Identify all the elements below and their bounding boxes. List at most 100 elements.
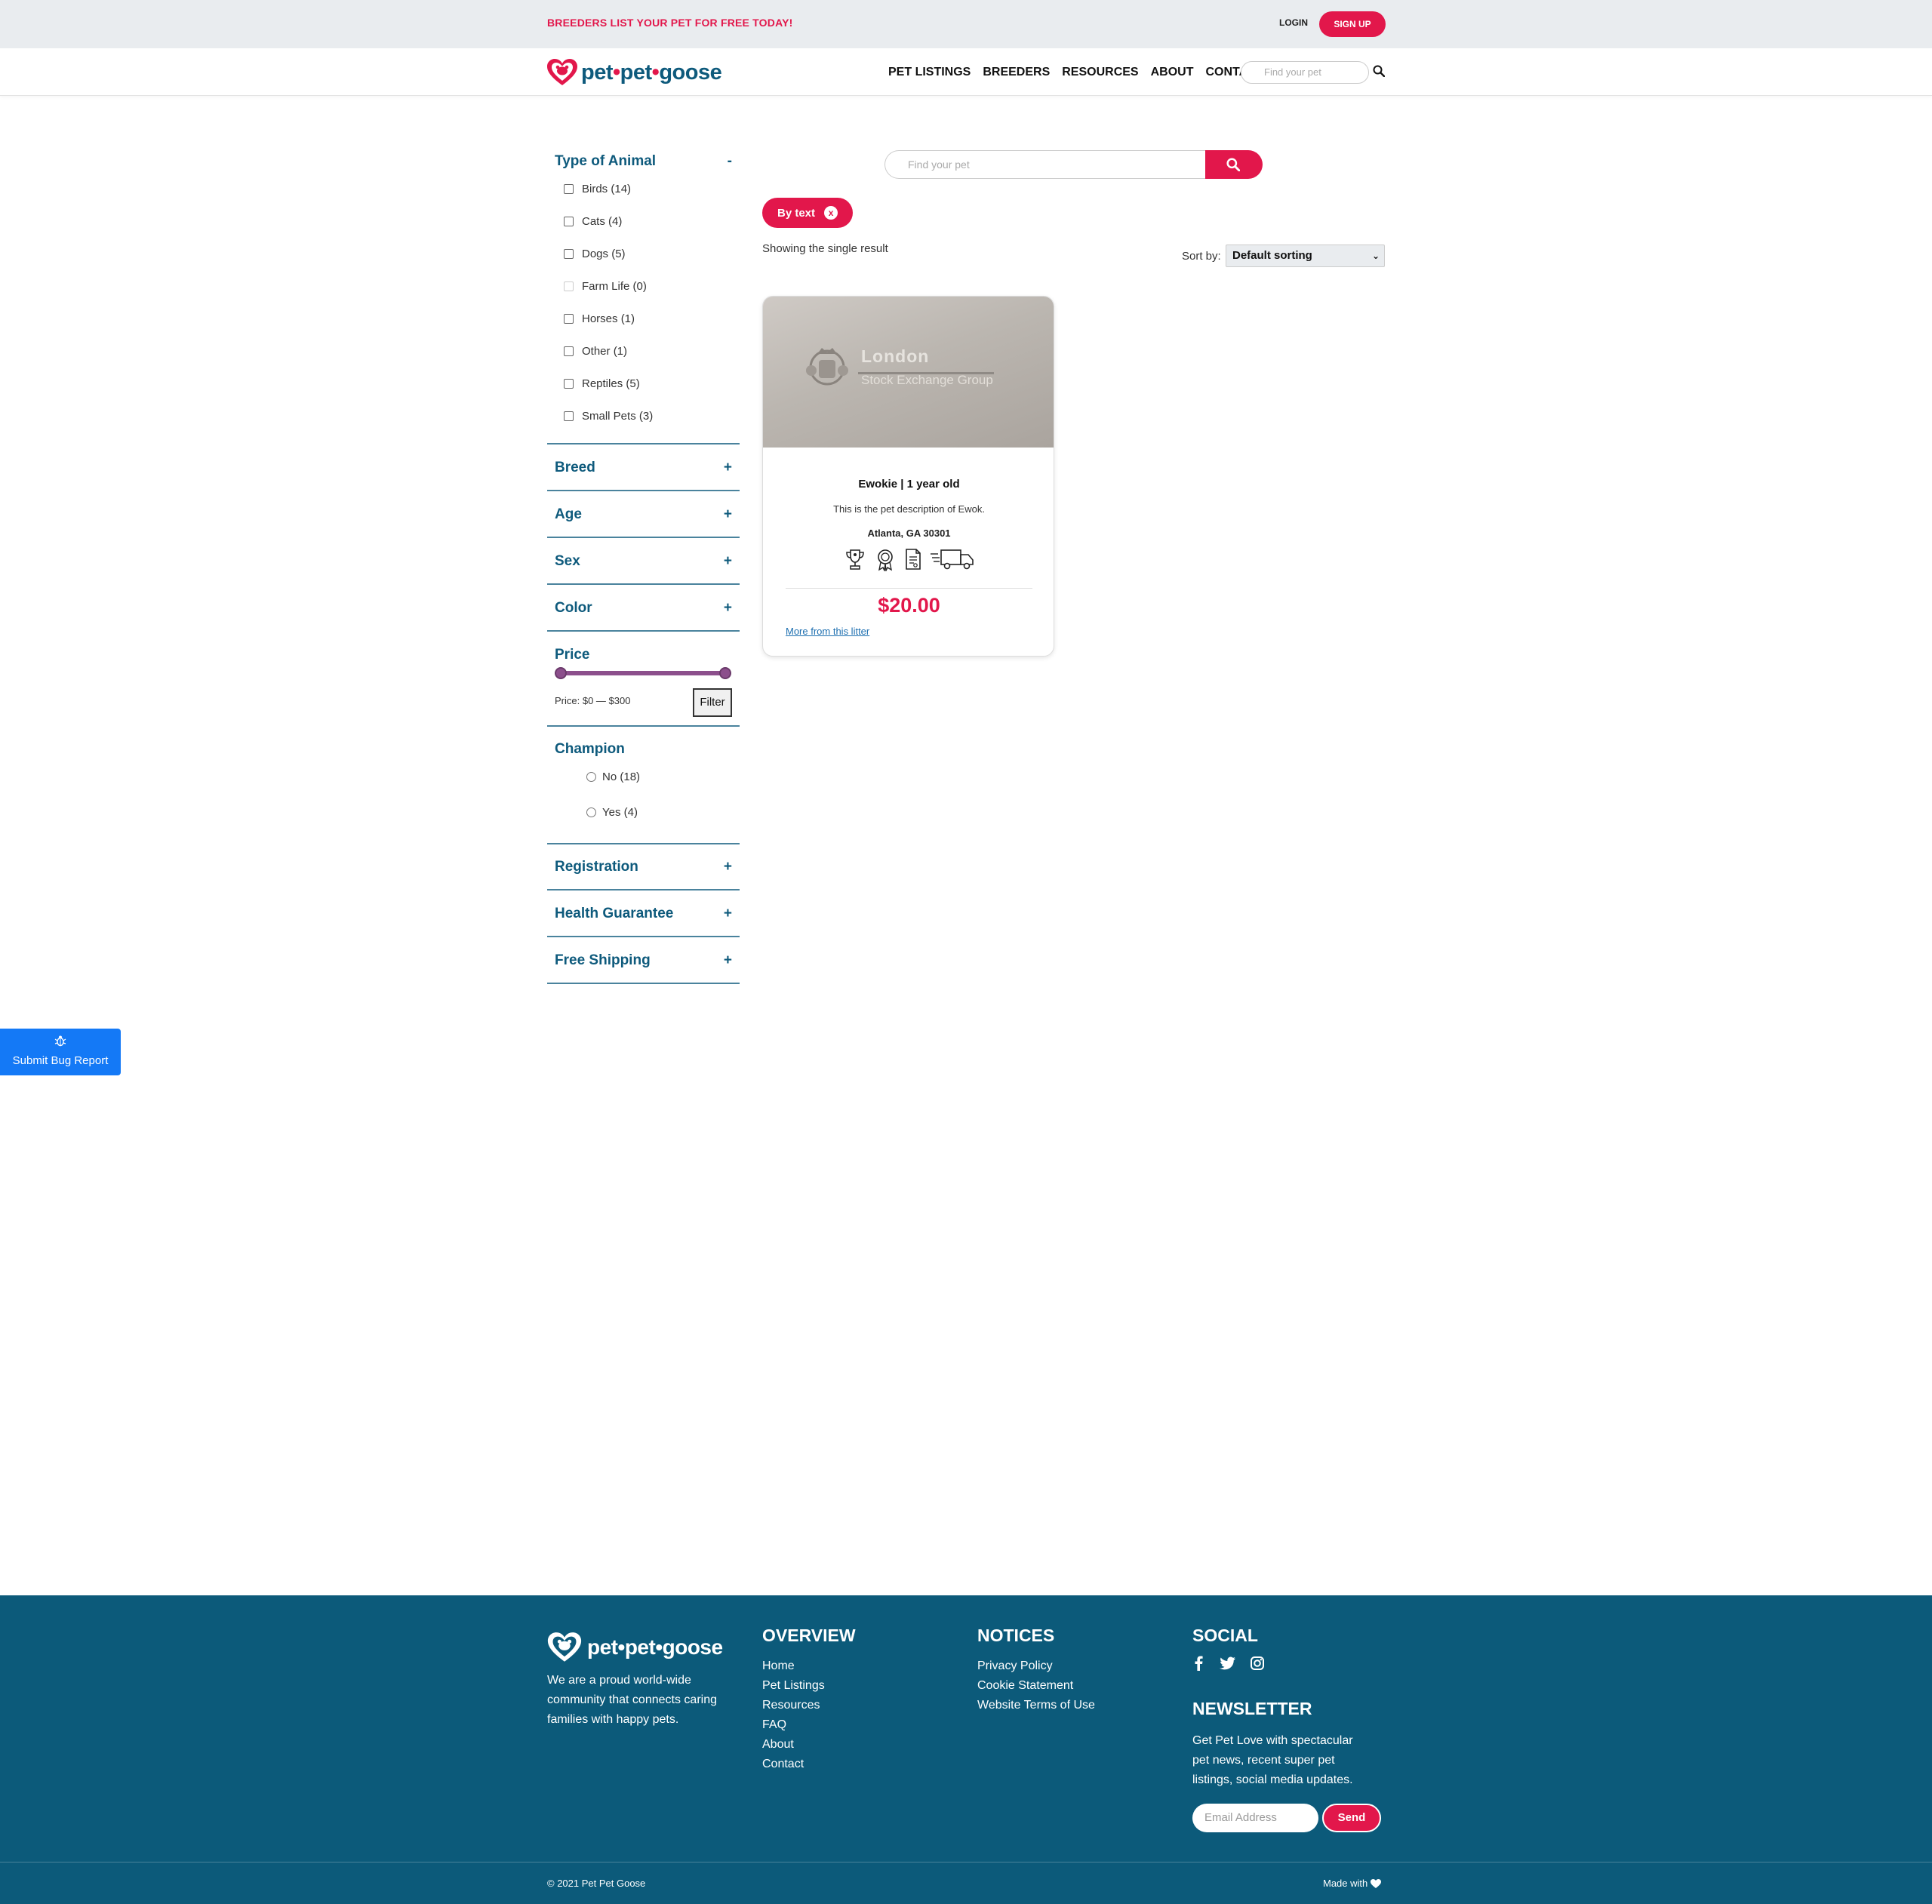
price-range-label: Price: $0 — $300 (555, 695, 631, 706)
filter-health-guarantee-header[interactable]: Health Guarantee + (547, 906, 740, 922)
price-slider-max-handle[interactable] (719, 667, 731, 679)
sort-select[interactable]: Default sorting ⌄ (1226, 245, 1385, 267)
filter-divider (547, 443, 740, 444)
option-label: Birds (582, 183, 608, 195)
price-filter-button[interactable]: Filter (693, 688, 732, 717)
main-search-input[interactable]: Find your pet (884, 150, 1206, 179)
login-link[interactable]: LOGIN (1279, 17, 1308, 28)
footer-column-title: SOCIAL (1192, 1626, 1258, 1645)
filter-color-header[interactable]: Color + (547, 600, 740, 617)
price-range-slider[interactable] (560, 671, 726, 675)
filter-option-cats[interactable]: Cats (4) (564, 215, 622, 228)
pet-price: $20.00 (878, 594, 940, 617)
option-count: (3) (638, 410, 654, 423)
checkbox[interactable] (564, 217, 574, 226)
filter-age-header[interactable]: Age + (547, 506, 740, 523)
filter-free-shipping-header[interactable]: Free Shipping + (547, 952, 740, 969)
footer-link-terms[interactable]: Website Terms of Use (977, 1696, 1095, 1715)
copyright: © 2021 Pet Pet Goose (547, 1878, 646, 1889)
footer-link-faq[interactable]: FAQ (762, 1715, 856, 1735)
filter-title: Type of Animal (555, 153, 657, 169)
header-search-input[interactable]: Find your pet (1241, 61, 1369, 84)
footer-logo[interactable]: pet•pet•goose (546, 1632, 723, 1663)
checkbox[interactable] (564, 346, 574, 356)
filter-option-horses[interactable]: Horses (1) (564, 312, 635, 325)
active-filter-chip[interactable]: By text x (762, 198, 853, 228)
expand-toggle[interactable]: + (724, 553, 732, 570)
filter-type-of-animal-header[interactable]: Type of Animal - (547, 153, 740, 170)
breeders-promo-link[interactable]: BREEDERS LIST YOUR PET FOR FREE TODAY! (547, 17, 793, 29)
footer-link-pet-listings[interactable]: Pet Listings (762, 1676, 856, 1696)
option-label: Other (582, 345, 611, 358)
filter-option-small-pets[interactable]: Small Pets (3) (564, 410, 653, 423)
expand-toggle[interactable]: + (724, 600, 732, 617)
instagram-icon[interactable] (1250, 1656, 1265, 1671)
submit-bug-report-button[interactable]: Submit Bug Report (0, 1029, 121, 1075)
search-icon[interactable] (1373, 65, 1385, 77)
checkbox[interactable] (564, 411, 574, 421)
nav-breeders[interactable]: BREEDERS (983, 66, 1050, 79)
expand-toggle[interactable]: + (724, 952, 732, 969)
filter-sex-header[interactable]: Sex + (547, 553, 740, 570)
option-label: Small Pets (582, 410, 636, 423)
newsletter-email-input[interactable]: Email Address (1192, 1804, 1318, 1832)
checkbox[interactable] (564, 249, 574, 259)
filter-divider (547, 630, 740, 632)
footer-link-about[interactable]: About (762, 1735, 856, 1755)
filter-option-dogs[interactable]: Dogs (5) (564, 248, 626, 260)
filter-price-header: Price (547, 647, 740, 663)
site-footer: pet•pet•goose We are a proud world-wide … (0, 1595, 1932, 1904)
checkbox[interactable] (564, 184, 574, 194)
footer-link-contact[interactable]: Contact (762, 1755, 856, 1774)
filter-registration-header[interactable]: Registration + (547, 859, 740, 875)
radio-button[interactable] (586, 807, 596, 817)
logo-wordmark: pet•pet•goose (581, 60, 722, 85)
filter-breed-header[interactable]: Breed + (547, 460, 740, 476)
pet-title[interactable]: Ewokie | 1 year old (763, 478, 1054, 491)
filter-title: Color (555, 600, 592, 616)
pet-image[interactable]: London Stock Exchange Group (763, 297, 1054, 448)
remove-chip-icon[interactable]: x (824, 206, 838, 220)
expand-toggle[interactable]: + (724, 906, 732, 922)
newsletter-send-button[interactable]: Send (1322, 1804, 1381, 1832)
champion-option-no[interactable]: No (18) (586, 771, 640, 783)
filter-option-reptiles[interactable]: Reptiles (5) (564, 377, 640, 390)
filter-option-other[interactable]: Other (1) (564, 345, 627, 358)
champion-option-yes[interactable]: Yes (4) (586, 806, 638, 819)
filter-divider (547, 936, 740, 937)
filter-option-birds[interactable]: Birds (14) (564, 183, 631, 195)
chevron-down-icon: ⌄ (1371, 251, 1380, 261)
more-from-litter-link[interactable]: More from this litter (786, 626, 869, 637)
footer-link-home[interactable]: Home (762, 1656, 856, 1676)
logo-wordmark: pet•pet•goose (587, 1635, 723, 1659)
collapse-toggle[interactable]: - (728, 153, 732, 170)
nav-about[interactable]: ABOUT (1151, 66, 1194, 79)
expand-toggle[interactable]: + (724, 460, 732, 476)
sign-up-button[interactable]: SIGN UP (1319, 11, 1386, 37)
footer-about-text: We are a proud world-wide community that… (547, 1674, 717, 1726)
pet-card[interactable]: London Stock Exchange Group Ewokie | 1 y… (762, 296, 1054, 657)
trophy-icon (846, 549, 864, 570)
footer-link-cookie-statement[interactable]: Cookie Statement (977, 1676, 1095, 1696)
checkbox[interactable] (564, 314, 574, 324)
main-search-button[interactable] (1205, 150, 1263, 179)
checkbox[interactable] (564, 379, 574, 389)
filter-title: Breed (555, 460, 595, 475)
expand-toggle[interactable]: + (724, 859, 732, 875)
expand-toggle[interactable]: + (724, 506, 732, 523)
footer-link-resources[interactable]: Resources (762, 1696, 856, 1715)
option-count: (1) (620, 312, 635, 325)
twitter-icon[interactable] (1220, 1656, 1236, 1671)
card-divider (786, 588, 1032, 589)
radio-button[interactable] (586, 772, 596, 782)
search-icon (1226, 158, 1240, 171)
price-slider-min-handle[interactable] (555, 667, 567, 679)
heart-icon (1371, 1878, 1382, 1888)
filter-title: Registration (555, 859, 638, 875)
nav-pet-listings[interactable]: PET LISTINGS (888, 66, 971, 79)
nav-resources[interactable]: RESOURCES (1062, 66, 1138, 79)
site-logo[interactable]: pet•pet•goose (546, 57, 722, 88)
logo-heart-icon (547, 59, 577, 85)
facebook-icon[interactable] (1192, 1656, 1206, 1671)
footer-link-privacy-policy[interactable]: Privacy Policy (977, 1656, 1095, 1676)
